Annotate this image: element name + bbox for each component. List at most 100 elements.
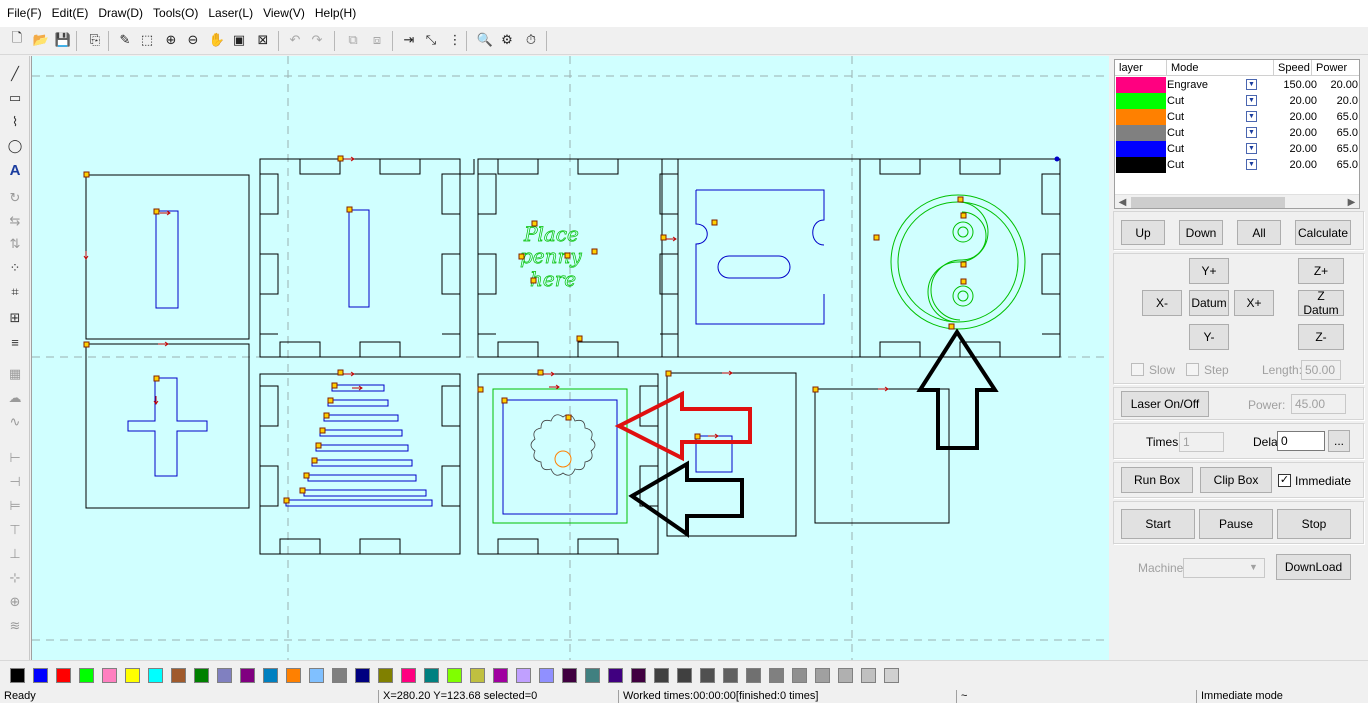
- layer-table-scrollbar[interactable]: ◀ ▶: [1115, 194, 1359, 208]
- palette-swatch[interactable]: [33, 668, 48, 683]
- grid-icon[interactable]: ⊞: [5, 308, 25, 328]
- rotate-icon[interactable]: ↻: [5, 188, 25, 208]
- palette-swatch[interactable]: [746, 668, 761, 683]
- palette-swatch[interactable]: [447, 668, 462, 683]
- layer-power[interactable]: 20.00: [1320, 77, 1358, 93]
- stop-button[interactable]: Stop: [1277, 509, 1351, 539]
- select-icon[interactable]: ✎: [116, 31, 134, 49]
- layer-speed[interactable]: 150.00: [1265, 77, 1317, 93]
- palette-swatch[interactable]: [493, 668, 508, 683]
- undo-icon[interactable]: ↶: [286, 31, 304, 49]
- layer-color-swatch[interactable]: [1116, 125, 1166, 141]
- palette-swatch[interactable]: [125, 668, 140, 683]
- palette-swatch[interactable]: [378, 668, 393, 683]
- chevron-down-icon[interactable]: ▼: [1246, 79, 1257, 90]
- layer-power[interactable]: 20.0: [1320, 93, 1358, 109]
- node-edit-icon[interactable]: ⁘: [5, 258, 25, 278]
- align-icon[interactable]: ≡: [5, 332, 25, 352]
- palette-swatch[interactable]: [654, 668, 669, 683]
- layer-color-swatch[interactable]: [1116, 141, 1166, 157]
- mirror-h-icon[interactable]: ⇆: [5, 211, 25, 231]
- palette-swatch[interactable]: [286, 668, 301, 683]
- palette-swatch[interactable]: [217, 668, 232, 683]
- z-datum-button[interactable]: Z Datum: [1298, 289, 1344, 317]
- offset-icon[interactable]: ☁: [5, 388, 25, 408]
- chevron-down-icon[interactable]: ▼: [1246, 111, 1257, 122]
- palette-swatch[interactable]: [631, 668, 646, 683]
- up-button[interactable]: Up: [1121, 220, 1165, 245]
- layer-mode[interactable]: Cut: [1167, 109, 1184, 125]
- palette-swatch[interactable]: [332, 668, 347, 683]
- palette-swatch[interactable]: [401, 668, 416, 683]
- layer-mode[interactable]: Cut: [1167, 157, 1184, 173]
- z-plus-button[interactable]: Z+: [1298, 258, 1344, 284]
- palette-swatch[interactable]: [470, 668, 485, 683]
- align-right-icon[interactable]: ⊨: [5, 496, 25, 516]
- ellipse-icon[interactable]: ◯: [5, 136, 25, 156]
- align-top-icon[interactable]: ⊤: [5, 520, 25, 540]
- layer-row[interactable]: Cut ▼ 20.00 65.0: [1115, 157, 1359, 173]
- zoom-in-icon[interactable]: ⊕: [162, 31, 180, 49]
- layer-row[interactable]: Cut ▼ 20.00 65.0: [1115, 125, 1359, 141]
- step-checkbox[interactable]: [1186, 363, 1199, 376]
- length-field[interactable]: 50.00: [1301, 360, 1341, 380]
- layer-mode[interactable]: Cut: [1167, 93, 1184, 109]
- align-left-icon[interactable]: ⊢: [5, 448, 25, 468]
- laser-onoff-button[interactable]: Laser On/Off: [1121, 391, 1209, 417]
- ungroup-icon[interactable]: ⧈: [368, 31, 386, 49]
- palette-swatch[interactable]: [585, 668, 600, 683]
- polyline-icon[interactable]: ⌇: [5, 112, 25, 132]
- scroll-left-icon[interactable]: ◀: [1115, 195, 1130, 208]
- palette-swatch[interactable]: [792, 668, 807, 683]
- palette-swatch[interactable]: [838, 668, 853, 683]
- menu-file[interactable]: File(F): [2, 0, 47, 27]
- align-middle-icon[interactable]: ⊥: [5, 544, 25, 564]
- layer-color-swatch[interactable]: [1116, 157, 1166, 173]
- palette-swatch[interactable]: [240, 668, 255, 683]
- y-plus-button[interactable]: Y+: [1189, 258, 1229, 284]
- start-point-icon[interactable]: ⤡: [422, 31, 440, 49]
- palette-swatch[interactable]: [79, 668, 94, 683]
- zoom-all-icon[interactable]: ⊠: [254, 31, 272, 49]
- palette-swatch[interactable]: [309, 668, 324, 683]
- layer-color-swatch[interactable]: [1116, 77, 1166, 93]
- layer-mode[interactable]: Cut: [1167, 141, 1184, 157]
- array-tool-icon[interactable]: ⊕: [5, 592, 25, 612]
- align-center-icon[interactable]: ⊣: [5, 472, 25, 492]
- chevron-down-icon[interactable]: ▼: [1246, 159, 1257, 170]
- layer-row[interactable]: Cut ▼ 20.00 65.0: [1115, 141, 1359, 157]
- run-box-button[interactable]: Run Box: [1121, 467, 1193, 493]
- text-icon[interactable]: A: [5, 160, 25, 180]
- layer-row[interactable]: Engrave ▼ 150.00 20.00: [1115, 77, 1359, 93]
- palette-swatch[interactable]: [171, 668, 186, 683]
- scroll-thumb[interactable]: [1131, 197, 1285, 208]
- layer-power[interactable]: 65.0: [1320, 125, 1358, 141]
- layer-power[interactable]: 65.0: [1320, 157, 1358, 173]
- layer-color-swatch[interactable]: [1116, 109, 1166, 125]
- palette-swatch[interactable]: [861, 668, 876, 683]
- layer-speed[interactable]: 20.00: [1265, 157, 1317, 173]
- palette-swatch[interactable]: [263, 668, 278, 683]
- z-minus-button[interactable]: Z-: [1298, 324, 1344, 350]
- palette-swatch[interactable]: [884, 668, 899, 683]
- drawing-canvas[interactable]: Place penny here: [31, 56, 1109, 660]
- layer-speed[interactable]: 20.00: [1265, 125, 1317, 141]
- down-button[interactable]: Down: [1179, 220, 1223, 245]
- menu-view[interactable]: View(V): [258, 0, 310, 27]
- layer-power[interactable]: 65.0: [1320, 109, 1358, 125]
- x-minus-button[interactable]: X-: [1142, 290, 1182, 316]
- layer-color-swatch[interactable]: [1116, 93, 1166, 109]
- curve-icon[interactable]: ∿: [5, 412, 25, 432]
- palette-swatch[interactable]: [562, 668, 577, 683]
- x-plus-button[interactable]: X+: [1234, 290, 1274, 316]
- calculate-button[interactable]: Calculate: [1295, 220, 1351, 245]
- palette-swatch[interactable]: [194, 668, 209, 683]
- palette-swatch[interactable]: [10, 668, 25, 683]
- palette-swatch[interactable]: [56, 668, 71, 683]
- crop-icon[interactable]: ⌗: [5, 282, 25, 302]
- layer-mode[interactable]: Engrave: [1167, 77, 1208, 93]
- timer-icon[interactable]: ⏱: [522, 31, 540, 49]
- layer-table[interactable]: layer Mode Speed Power Engrave ▼ 150.00 20.…: [1114, 59, 1360, 209]
- palette-swatch[interactable]: [516, 668, 531, 683]
- chevron-down-icon[interactable]: ▼: [1246, 95, 1257, 106]
